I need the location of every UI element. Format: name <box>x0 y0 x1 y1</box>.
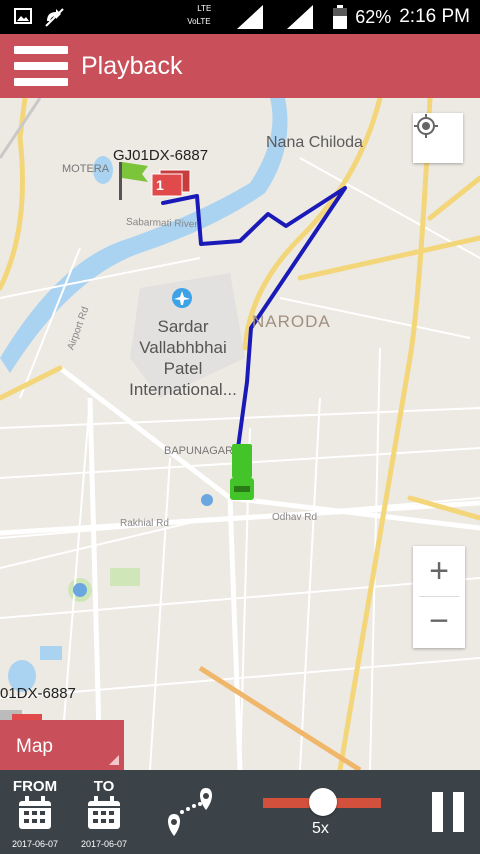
calendar-icon <box>88 796 120 829</box>
lte-label: LTE <box>197 4 212 13</box>
volte-label: VoLTE <box>187 17 211 26</box>
speed-label: 5x <box>312 820 329 837</box>
to-label: TO <box>93 778 115 795</box>
battery-percent: 62% <box>355 6 392 27</box>
my-location-button[interactable] <box>413 113 463 163</box>
from-date: 2017-06-07 <box>11 839 59 849</box>
my-location-icon <box>414 114 438 138</box>
clock: 2:16 PM <box>399 6 470 27</box>
battery-icon <box>333 5 348 29</box>
no-sync-icon <box>45 8 64 27</box>
pause-button[interactable] <box>432 792 464 832</box>
map-label-naroda: NARODA <box>252 312 331 331</box>
vehicle-truck-icon[interactable] <box>230 444 254 500</box>
zoom-in-button[interactable]: + <box>413 546 465 596</box>
pause-icon <box>432 792 443 832</box>
speed-slider[interactable] <box>263 788 381 818</box>
hamburger-menu-icon[interactable] <box>14 46 68 86</box>
dropdown-corner-icon <box>109 755 119 765</box>
calendar-icon <box>19 796 51 829</box>
map-label-airport-line: Patel <box>163 359 203 378</box>
map-label-airport-line: International... <box>129 380 237 399</box>
map-label-airport-line: Sardar <box>157 317 209 336</box>
map-canvas <box>0 98 480 770</box>
zoom-controls: + − <box>413 546 465 648</box>
signal-icon <box>237 5 264 29</box>
map-label-bapunagar: BAPUNAGAR <box>164 445 234 457</box>
poi-icon <box>201 494 213 506</box>
page-title: Playback <box>81 52 183 80</box>
map-label-rakhial-rd: Rakhial Rd <box>120 518 169 529</box>
slider-thumb[interactable] <box>309 788 337 816</box>
status-bar: VoLTE LTE 62% 2:16 PM <box>0 0 480 34</box>
route-path-icon[interactable] <box>160 788 220 838</box>
cluster-count: 1 <box>156 177 164 193</box>
app-bar: Playback <box>0 34 480 98</box>
airport-icon <box>172 288 192 308</box>
zoom-out-button[interactable]: − <box>413 596 465 646</box>
map-type-toggle[interactable]: Map <box>0 720 124 770</box>
map-label-odhav-rd: Odhav Rd <box>272 512 318 523</box>
image-icon <box>14 8 32 24</box>
pause-icon <box>453 792 464 832</box>
map-label-motera: MOTERA <box>62 163 110 175</box>
map-label-airport-line: Vallabhbhai <box>139 338 227 357</box>
from-date-picker[interactable]: FROM 2017-06-07 <box>5 778 65 849</box>
map-view[interactable]: MOTERA Nana Chiloda Sabarmati River Airp… <box>0 98 480 770</box>
map-label-nana-chiloda: Nana Chiloda <box>266 134 363 151</box>
start-flag-icon <box>119 162 148 200</box>
from-label: FROM <box>12 778 58 795</box>
vehicle-label-partial: 01DX-6887 <box>0 685 76 702</box>
map-type-label: Map <box>16 736 53 757</box>
to-date: 2017-06-07 <box>80 839 128 849</box>
signal-icon <box>287 5 314 29</box>
map-label-airport: Sardar Vallabhbhai Patel International..… <box>128 316 238 400</box>
vehicle-label: GJ01DX-6887 <box>113 147 209 164</box>
playback-toolbar: FROM 2017-06-07 TO 2017-06-07 5x <box>0 770 480 854</box>
to-date-picker[interactable]: TO 2017-06-07 <box>74 778 134 849</box>
